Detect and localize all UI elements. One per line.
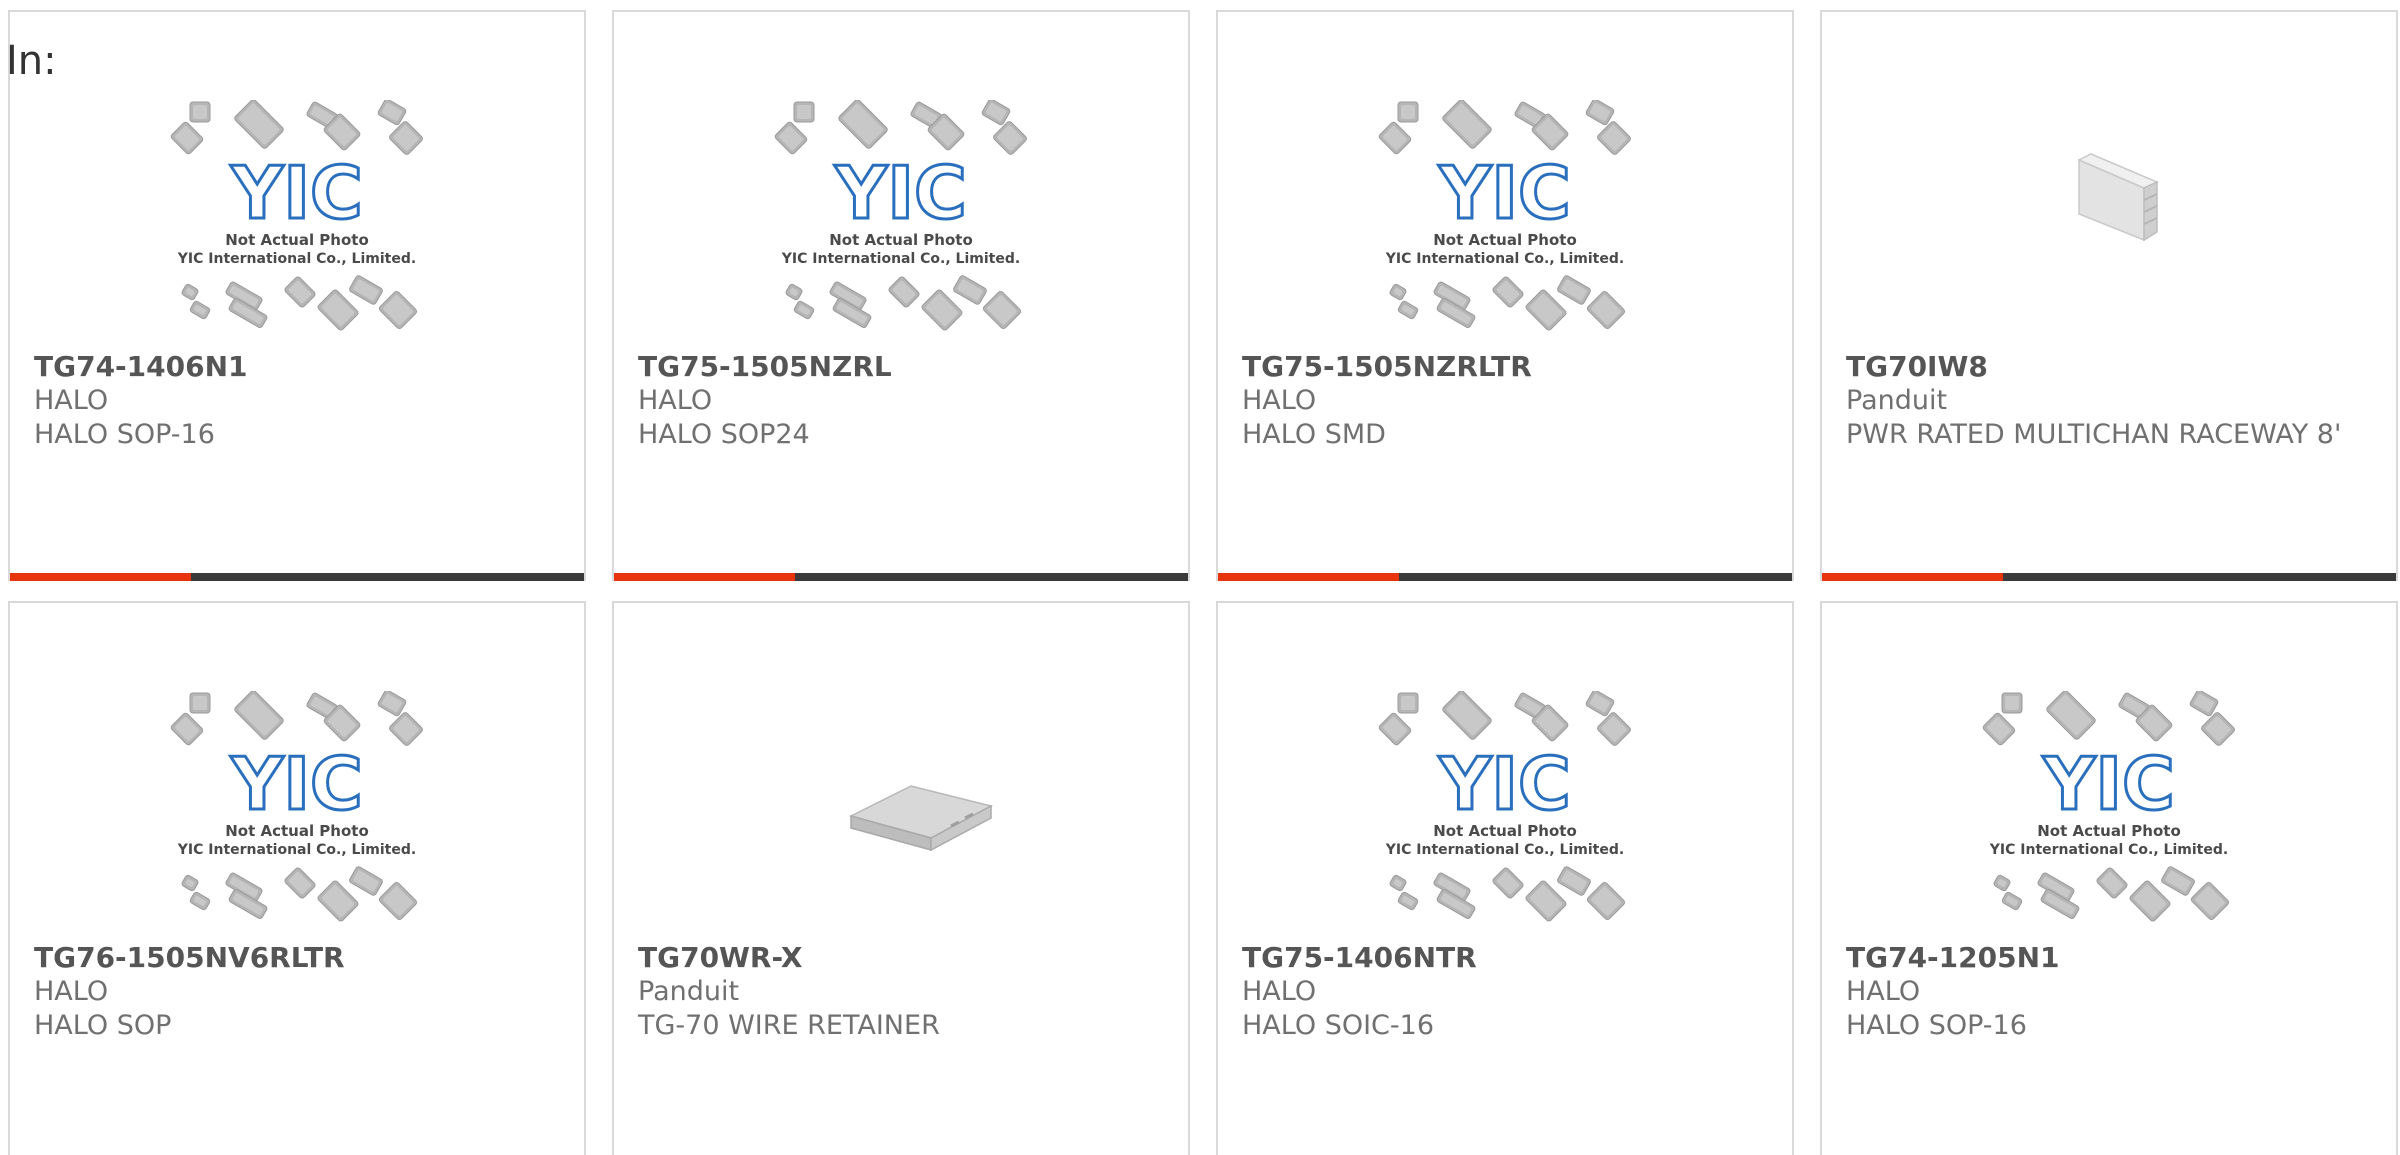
- product-card[interactable]: TG70IW8 Panduit PWR RATED MULTICHAN RACEWA…: [1820, 10, 2398, 581]
- product-grid: YIC Not Actual Photo YIC International Co.…: [8, 10, 2398, 1155]
- yic-logo: YIC: [2042, 742, 2175, 826]
- product-image[interactable]: YIC Not Actual Photo YIC International Co.…: [614, 92, 1188, 347]
- manufacturer: HALO: [638, 385, 713, 416]
- card-accent-bar: [614, 573, 795, 581]
- placeholder-caption: Not Actual Photo: [2037, 822, 2181, 840]
- product-card[interactable]: YIC Not Actual Photo YIC International Co.…: [8, 10, 586, 581]
- description: HALO SOP24: [638, 419, 810, 450]
- product-image[interactable]: YIC Not Actual Photo YIC International Co.…: [1822, 683, 2396, 938]
- placeholder-company: YIC International Co., Limited.: [781, 251, 1020, 267]
- manufacturer: HALO: [34, 385, 109, 416]
- product-image[interactable]: YIC Not Actual Photo YIC International Co.…: [1218, 92, 1792, 347]
- placeholder-company: YIC International Co., Limited.: [1385, 251, 1624, 267]
- manufacturer: Panduit: [638, 976, 740, 1007]
- product-image[interactable]: [1822, 92, 2396, 347]
- placeholder-caption: Not Actual Photo: [1433, 231, 1577, 249]
- part-number[interactable]: TG74-1205N1: [1846, 941, 2376, 975]
- yic-logo: YIC: [834, 151, 967, 235]
- product-card[interactable]: YIC Not Actual Photo YIC International Co.…: [1820, 601, 2398, 1155]
- description: HALO SOP-16: [1846, 1010, 2027, 1041]
- product-info: TG76-1505NV6RLTR HALO HALO SOP: [34, 941, 564, 1043]
- product-card[interactable]: YIC Not Actual Photo YIC International Co.…: [1216, 10, 1794, 581]
- manufacturer: HALO: [1242, 385, 1317, 416]
- product-card[interactable]: YIC Not Actual Photo YIC International Co.…: [612, 10, 1190, 581]
- product-image[interactable]: YIC Not Actual Photo YIC International Co.…: [10, 683, 584, 938]
- yic-logo: YIC: [230, 742, 363, 826]
- in-label: In:: [6, 38, 57, 84]
- part-number[interactable]: TG75-1505NZRL: [638, 350, 1168, 384]
- card-bottom-bar: [1218, 573, 1792, 581]
- yic-placeholder-image: YICNot Actual Photo YIC International Co.…: [1378, 99, 1631, 330]
- yic-logo: YIC: [230, 151, 363, 235]
- part-number[interactable]: TG70IW8: [1846, 350, 2376, 384]
- card-accent-bar: [1822, 573, 2003, 581]
- description: HALO SOIC-16: [1242, 1010, 1434, 1041]
- yic-logo: YIC: [1438, 151, 1571, 235]
- product-card[interactable]: TG70WR-X Panduit TG-70 WIRE RETAINER: [612, 601, 1190, 1155]
- product-info: TG75-1505NZRLTR HALO HALO SMD: [1242, 350, 1772, 452]
- wire-retainer-image: [848, 784, 994, 851]
- part-number[interactable]: TG70WR-X: [638, 941, 1168, 975]
- part-number[interactable]: TG74-1406N1: [34, 350, 564, 384]
- product-info: TG74-1406N1 HALO HALO SOP-16: [34, 350, 564, 452]
- placeholder-caption: Not Actual Photo: [225, 231, 369, 249]
- part-number[interactable]: TG75-1406NTR: [1242, 941, 1772, 975]
- placeholder-company: YIC International Co., Limited.: [177, 842, 416, 858]
- yic-placeholder-image: YICNot Actual Photo YIC International Co.…: [170, 690, 423, 921]
- product-info: TG70WR-X Panduit TG-70 WIRE RETAINER: [638, 941, 1168, 1043]
- yic-placeholder-image: YICNot Actual Photo YIC International Co.…: [1378, 690, 1631, 921]
- placeholder-company: YIC International Co., Limited.: [177, 251, 416, 267]
- description: HALO SOP-16: [34, 419, 215, 450]
- yic-placeholder-image: YICNot Actual Photo YIC International Co.…: [774, 99, 1027, 330]
- description: HALO SOP: [34, 1010, 172, 1041]
- manufacturer: HALO: [34, 976, 109, 1007]
- product-info: TG74-1205N1 HALO HALO SOP-16: [1846, 941, 2376, 1043]
- description: PWR RATED MULTICHAN RACEWAY 8': [1846, 419, 2342, 450]
- manufacturer: HALO: [1846, 976, 1921, 1007]
- part-number[interactable]: TG76-1505NV6RLTR: [34, 941, 564, 975]
- card-accent-bar: [10, 573, 191, 581]
- card-accent-bar: [1218, 573, 1399, 581]
- placeholder-caption: Not Actual Photo: [829, 231, 973, 249]
- yic-placeholder-image: YICNot Actual Photo YIC International Co.…: [170, 99, 423, 330]
- placeholder-caption: Not Actual Photo: [225, 822, 369, 840]
- description: TG-70 WIRE RETAINER: [638, 1010, 940, 1041]
- page: In: YIC Not Actual Photo YIC International…: [0, 0, 2400, 1155]
- part-number[interactable]: TG75-1505NZRLTR: [1242, 350, 1772, 384]
- placeholder-company: YIC International Co., Limited.: [1385, 842, 1624, 858]
- product-info: TG75-1406NTR HALO HALO SOIC-16: [1242, 941, 1772, 1043]
- product-info: TG70IW8 Panduit PWR RATED MULTICHAN RACEWA…: [1846, 350, 2376, 452]
- manufacturer: Panduit: [1846, 385, 1948, 416]
- placeholder-company: YIC International Co., Limited.: [1989, 842, 2228, 858]
- placeholder-caption: Not Actual Photo: [1433, 822, 1577, 840]
- card-bottom-bar: [1822, 573, 2396, 581]
- raceway-image: [2077, 152, 2159, 241]
- product-image[interactable]: YIC Not Actual Photo YIC International Co.…: [10, 92, 584, 347]
- product-image[interactable]: [614, 683, 1188, 938]
- product-card[interactable]: YIC Not Actual Photo YIC International Co.…: [1216, 601, 1794, 1155]
- card-bottom-bar: [10, 573, 584, 581]
- product-card[interactable]: YIC Not Actual Photo YIC International Co.…: [8, 601, 586, 1155]
- description: HALO SMD: [1242, 419, 1386, 450]
- product-image[interactable]: YIC Not Actual Photo YIC International Co.…: [1218, 683, 1792, 938]
- card-bottom-bar: [614, 573, 1188, 581]
- yic-placeholder-image: YICNot Actual Photo YIC International Co.…: [1982, 690, 2235, 921]
- yic-logo: YIC: [1438, 742, 1571, 826]
- manufacturer: HALO: [1242, 976, 1317, 1007]
- product-info: TG75-1505NZRL HALO HALO SOP24: [638, 350, 1168, 452]
